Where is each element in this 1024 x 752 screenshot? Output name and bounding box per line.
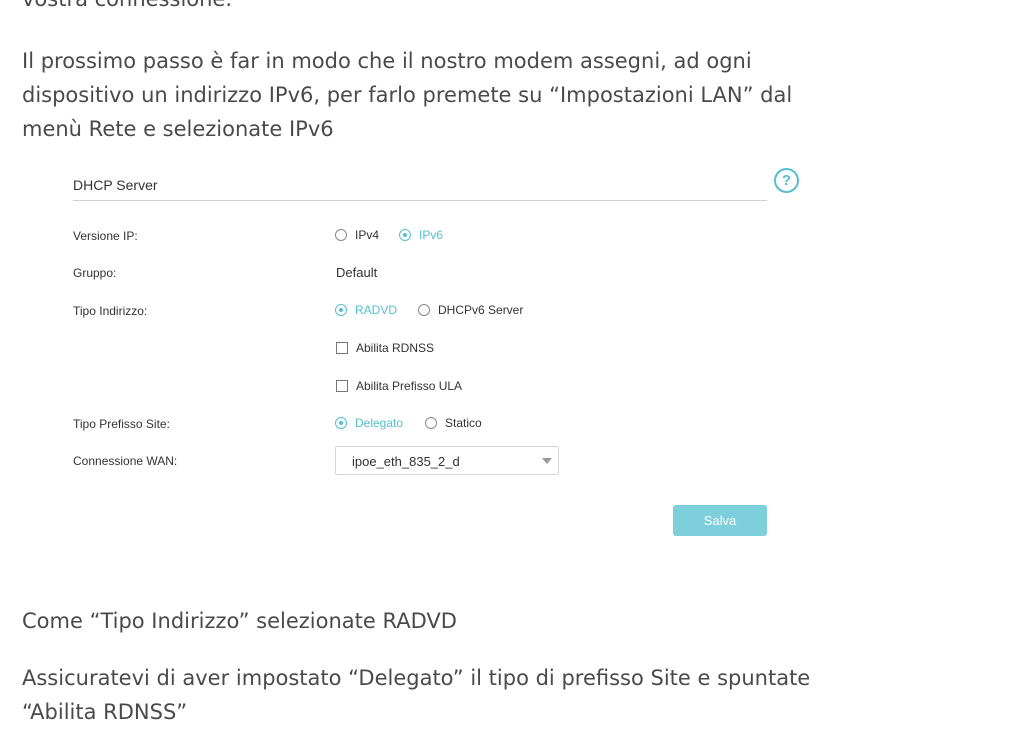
article-paragraph-top: vostra connessione. [22,0,232,16]
article-paragraph-1: Il prossimo passo è far in modo che il n… [22,49,793,141]
group-label: Gruppo: [73,266,117,280]
site-prefix-option-statico[interactable]: Statico [425,416,482,430]
site-prefix-type-label: Tipo Prefisso Site: [73,417,170,431]
address-type-option-dhcpv6[interactable]: DHCPv6 Server [418,303,523,317]
enable-ula-checkbox[interactable]: Abilita Prefisso ULA [336,379,462,393]
ip-version-label: Versione IP: [73,229,138,243]
save-button[interactable]: Salva [673,505,767,536]
radio-icon[interactable] [335,229,347,241]
article-paragraph-3: Assicuratevi di aver impostato “Delegato… [22,666,811,724]
ip-version-option-ipv6[interactable]: IPv6 [399,228,443,242]
site-prefix-option-delegato-label: Delegato [355,416,404,430]
caret-down-icon [542,458,552,464]
radio-selected-icon[interactable] [399,229,411,241]
article-paragraph-2: Come “Tipo Indirizzo” selezionate RADVD [22,609,457,633]
address-type-option-radvd-label: RADVD [355,303,398,317]
group-value: Default [336,265,378,280]
ip-version-option-ipv4-label: IPv4 [355,228,380,242]
enable-ula-label: Abilita Prefisso ULA [356,379,463,393]
wan-connection-select[interactable]: ipoe_eth_835_2_d [335,446,559,475]
dhcp-server-panel: DHCP Server ? Versione IP: IPv4 IPv6 Gru… [0,160,1024,560]
radio-selected-icon[interactable] [335,304,347,316]
address-type-label: Tipo Indirizzo: [73,304,148,318]
site-prefix-option-statico-label: Statico [445,416,482,430]
enable-rdnss-label: Abilita RDNSS [356,341,435,355]
address-type-option-radvd[interactable]: RADVD [335,303,397,317]
address-type-option-dhcpv6-label: DHCPv6 Server [438,303,524,317]
checkbox-icon[interactable] [336,380,348,392]
radio-selected-icon[interactable] [335,417,347,429]
radio-icon[interactable] [418,304,430,316]
wan-connection-value: ipoe_eth_835_2_d [352,454,460,469]
ip-version-option-ipv6-label: IPv6 [419,228,444,242]
checkbox-icon[interactable] [336,342,348,354]
panel-divider [73,200,767,201]
question-circle-icon[interactable]: ? [774,168,799,193]
enable-rdnss-checkbox[interactable]: Abilita RDNSS [336,341,434,355]
site-prefix-option-delegato[interactable]: Delegato [335,416,403,430]
wan-connection-label: Connessione WAN: [73,454,178,468]
radio-icon[interactable] [425,417,437,429]
ip-version-option-ipv4[interactable]: IPv4 [335,228,379,242]
panel-title: DHCP Server [73,177,158,193]
